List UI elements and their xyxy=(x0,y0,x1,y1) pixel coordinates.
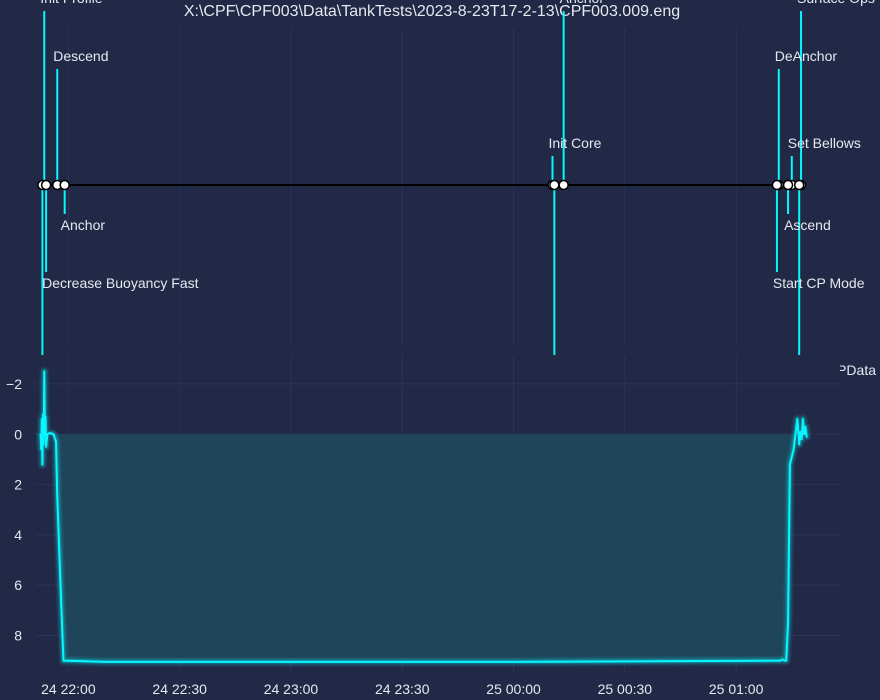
y-tick-label: 6 xyxy=(14,577,22,593)
timeline-marker xyxy=(782,179,794,191)
timeline-event-label: Start CP Mode xyxy=(773,275,865,291)
timeline-marker xyxy=(59,179,70,191)
x-tick-label: 24 22:00 xyxy=(41,681,96,697)
y-tick-label: 2 xyxy=(14,477,22,493)
timeline-event-label: Anchor xyxy=(560,0,605,6)
x-tick-label: 24 23:30 xyxy=(375,681,430,697)
y-tick-label: 8 xyxy=(14,628,22,644)
x-tick-label: 25 01:00 xyxy=(709,681,764,697)
timeline-event-label: Init Profile xyxy=(40,0,102,6)
depth-panel: −2 0 2 4 6 8 24 22:00 24 22:30 24 23:00 24 23:30 2… xyxy=(6,355,840,697)
y-tick-label: 0 xyxy=(14,426,22,442)
y-tick-label: −2 xyxy=(6,376,22,392)
timeline-marker xyxy=(558,179,569,191)
chart-figure: X:\CPF\CPF003\Data\TankTests\2023-8-23T1… xyxy=(0,0,880,700)
x-tick-label: 25 00:00 xyxy=(486,681,541,697)
timeline-event-label: Descend xyxy=(53,48,108,64)
timeline-event-label: Init Core xyxy=(549,135,602,151)
x-tick-label: 24 23:00 xyxy=(264,681,319,697)
timeline-marker xyxy=(771,179,783,191)
timeline-marker xyxy=(549,179,560,191)
x-tick-label: 24 22:30 xyxy=(152,681,207,697)
timeline-event-label: Decrease Buoyancy Fast xyxy=(42,275,199,291)
timeline-event-label: Set Bellows xyxy=(788,135,861,151)
timeline-event-label: Anchor xyxy=(61,217,106,233)
timeline-event-label: Ascend xyxy=(784,217,831,233)
timeline-event-label: Surface Ops xyxy=(797,0,875,6)
y-tick-label: 4 xyxy=(14,527,22,543)
x-tick-label: 25 00:30 xyxy=(598,681,653,697)
timeline-marker xyxy=(793,179,805,191)
timeline-marker xyxy=(40,179,52,191)
figure-title: X:\CPF\CPF003\Data\TankTests\2023-8-23T1… xyxy=(184,3,680,20)
timeline-event-label: DeAnchor xyxy=(775,48,838,64)
